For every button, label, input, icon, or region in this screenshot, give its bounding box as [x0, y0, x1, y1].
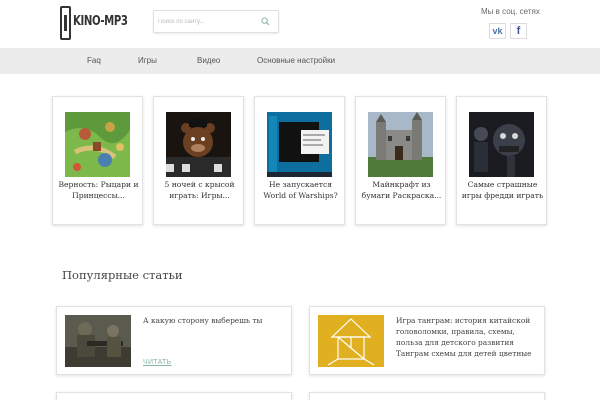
nav-item-video[interactable]: Видео: [197, 56, 220, 65]
game-card[interactable]: 5 ночей с крысой играть: Игры...: [153, 96, 244, 225]
social-label: Мы в соц. сетях: [481, 7, 540, 16]
soldier-game-image: [65, 315, 131, 367]
game-card-title: Не запускается World of Warships?: [263, 180, 338, 200]
article-card[interactable]: Игра танграм: история китайской головоло…: [309, 306, 545, 375]
search-box: [153, 10, 279, 33]
game-card[interactable]: Верность: Рыцари и Принцессы...: [52, 96, 143, 225]
article-title: А какую сторону выберешь ты: [143, 316, 263, 325]
main-nav: Faq Игры Видео Основные настройки: [0, 48, 600, 74]
search-input[interactable]: [158, 14, 258, 30]
game-card-title: 5 ночей с крысой играть: Игры...: [164, 180, 235, 200]
article-title: Игра танграм: история китайской головоло…: [396, 316, 532, 358]
read-link[interactable]: ЧИТАТЬ: [143, 359, 172, 366]
game-card-title: Майнкрафт из бумаги Раскраска...: [361, 180, 442, 200]
logo-text: KINO-MP3: [73, 14, 128, 29]
nav-item-games[interactable]: Игры: [138, 56, 157, 65]
vk-icon[interactable]: vk: [489, 23, 506, 39]
search-icon[interactable]: [261, 17, 270, 26]
article-card[interactable]: А какую сторону выберешь ты ЧИТАТЬ: [56, 306, 292, 375]
dark-animatronic-image: [469, 112, 534, 177]
game-card-title: Верность: Рыцари и Принцессы...: [58, 180, 139, 200]
phone-icon: [60, 6, 71, 40]
game-card[interactable]: Майнкрафт из бумаги Раскраска...: [355, 96, 446, 225]
site-logo[interactable]: KINO-MP3: [60, 6, 128, 42]
nav-item-faq[interactable]: Faq: [87, 56, 101, 65]
game-card-title: Самые страшные игры фредди играть: [461, 180, 544, 200]
minecraft-castle-image: [368, 112, 433, 177]
game-card[interactable]: Не запускается World of Warships?: [254, 96, 345, 225]
tangram-image: [318, 315, 384, 367]
fantasy-map-image: [65, 112, 130, 177]
animatronic-bear-image: [166, 112, 231, 177]
article-card-partial[interactable]: [56, 392, 292, 400]
popular-articles-heading: Популярные статьи: [62, 268, 183, 282]
desktop-screenshot-image: [267, 112, 332, 177]
game-card[interactable]: Самые страшные игры фредди играть: [456, 96, 547, 225]
facebook-icon[interactable]: f: [510, 23, 527, 39]
game-cards: Верность: Рыцари и Принцессы... 5 ночей …: [52, 96, 548, 226]
article-card-partial[interactable]: [309, 392, 545, 400]
site-header: KINO-MP3 Мы в соц. сетях vk f: [0, 0, 600, 48]
nav-item-settings[interactable]: Основные настройки: [257, 56, 335, 65]
